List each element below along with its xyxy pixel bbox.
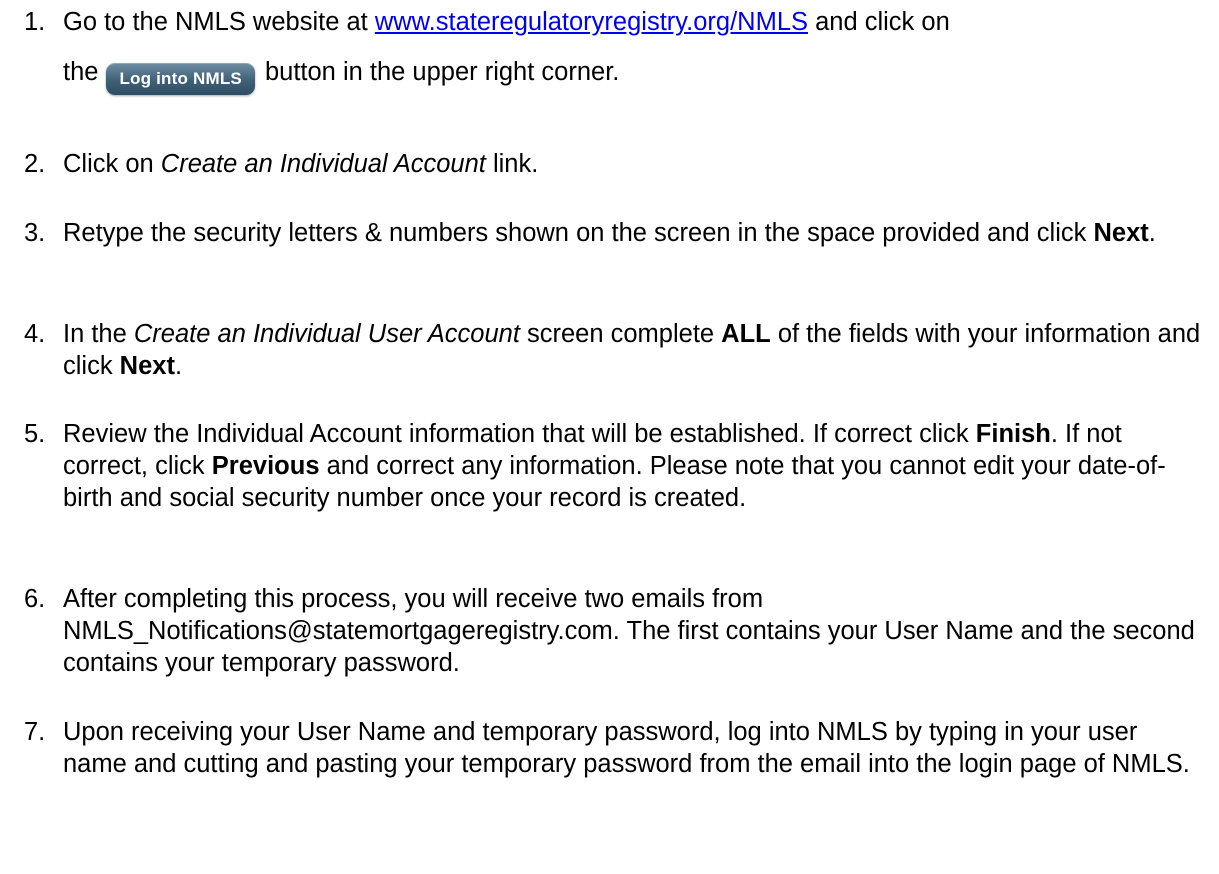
- step-text-segment: .: [174, 352, 183, 380]
- step-number: 2.: [24, 150, 46, 178]
- step-text-segment: Retype the security letters & numbers sh…: [63, 219, 1094, 247]
- next-label: Next: [119, 352, 175, 380]
- step-text: Click on Create an Individual Account li…: [63, 148, 1203, 180]
- step-text-segment: .: [1148, 219, 1156, 247]
- step-number: 5.: [24, 420, 46, 448]
- finish-label: Finish: [975, 420, 1051, 448]
- step-number: 3.: [24, 219, 46, 247]
- create-individual-account-label: Create an Individual Account: [160, 150, 486, 178]
- nmls-website-link[interactable]: www.stateregulatoryregistry.org/NMLS: [375, 8, 808, 36]
- step-text: Go to the NMLS website at www.stateregul…: [63, 6, 1203, 95]
- step-text-segment: Go to the NMLS website at: [63, 8, 375, 36]
- step-number: 1.: [24, 8, 46, 36]
- previous-label: Previous: [211, 452, 320, 480]
- step-text-segment: and click on: [808, 8, 950, 36]
- step-text-segment: link.: [485, 150, 539, 178]
- next-label: Next: [1093, 219, 1149, 247]
- step-text: Upon receiving your User Name and tempor…: [63, 718, 1190, 778]
- step-number: 7.: [24, 718, 46, 746]
- step-number: 6.: [24, 585, 46, 613]
- step-text: In the Create an Individual User Account…: [63, 318, 1203, 382]
- step-text: Retype the security letters & numbers sh…: [63, 217, 1203, 249]
- all-label: ALL: [721, 320, 771, 348]
- step-text-segment: screen complete: [519, 320, 722, 348]
- step-text: Review the Individual Account informatio…: [63, 418, 1203, 514]
- create-individual-user-account-label: Create an Individual User Account: [133, 320, 520, 348]
- step-number: 4.: [24, 320, 46, 348]
- step-text-segment: button in the upper right corner.: [264, 58, 620, 86]
- step-text-segment: In the: [63, 320, 134, 348]
- step-text-segment: the: [63, 58, 99, 86]
- step-text-segment: Review the Individual Account informatio…: [63, 420, 976, 448]
- step-text-segment: Click on: [63, 150, 161, 178]
- log-into-nmls-button[interactable]: Log into NMLS: [106, 63, 255, 95]
- step-text: After completing this process, you will …: [63, 585, 1195, 677]
